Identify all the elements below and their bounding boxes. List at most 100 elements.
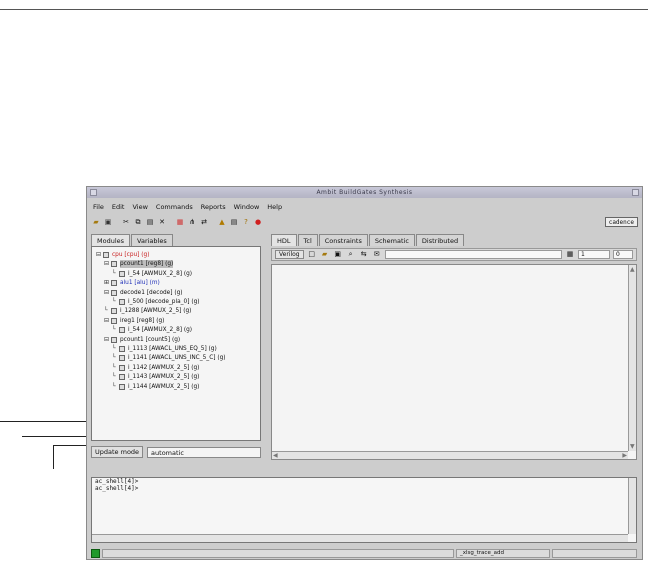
tree-node[interactable]: └ i_54 [AWMUX_2_8] (g) (112, 270, 192, 278)
hdl-editor[interactable]: ▲ ▼ ◀ ▶ (271, 264, 637, 460)
module-icon (119, 299, 125, 305)
tree-node[interactable]: └ i_500 [decode_pla_0] (g) (112, 298, 200, 306)
tree-branch-icon: └ (112, 373, 116, 381)
scroll-up-icon[interactable]: ▲ (630, 266, 635, 273)
tree-branch-icon: └ (112, 345, 116, 352)
shell-console[interactable]: ac_shell[4]> ac_shell[4]> (91, 477, 637, 543)
window-menu-icon[interactable] (90, 189, 97, 196)
cut-icon[interactable]: ✂ (121, 217, 131, 227)
replace-icon[interactable]: ⇆ (359, 250, 369, 260)
paste-icon[interactable]: ▤ (145, 217, 155, 227)
cadence-logo: cadence (604, 217, 638, 227)
net-icon[interactable]: ⇄ (199, 217, 209, 227)
report-icon[interactable]: ▤ (229, 217, 239, 227)
tree-node[interactable]: ⊞ alu1 [alu] (m) (104, 279, 160, 287)
tree-node[interactable]: └ i_1113 [AWACL_UNS_EQ_5] (g) (112, 345, 217, 353)
menu-window[interactable]: Window (234, 203, 260, 211)
tree-branch-icon: └ (112, 326, 116, 334)
tree-node-label: i_1141 [AWACL_UNS_INC_5_C] (g) (128, 355, 226, 362)
tree-node[interactable]: └ i_1142 [AWMUX_2_5] (g) (112, 364, 199, 372)
tree-node[interactable]: └ i_1288 [AWMUX_2_5] (g) (104, 307, 191, 315)
tree-node[interactable]: ⊟ pcount1 [reg8] (g) (104, 260, 174, 269)
tree-node[interactable]: ⊟ ireg1 [reg8] (g) (104, 317, 164, 325)
update-mode-field[interactable]: automatic (147, 446, 261, 458)
warning-icon[interactable]: ▲ (217, 217, 227, 227)
tab-schematic[interactable]: Schematic (368, 234, 415, 246)
tree-node-label: i_1143 [AWMUX_2_5] (g) (128, 374, 200, 381)
tab-variables[interactable]: Variables (131, 234, 173, 246)
line-spinner[interactable]: 1 (578, 250, 610, 259)
find-icon[interactable]: ⌕ (346, 250, 356, 260)
editor-toolbar: Verilog □ ▰ ▣ ⌕ ⇆ ✉ ▦ 1 0 (271, 248, 637, 261)
tab-tcl[interactable]: Tcl (297, 234, 318, 246)
menu-reports[interactable]: Reports (201, 203, 226, 211)
new-file-icon[interactable]: □ (307, 250, 317, 260)
tree-node-label: i_1288 [AWMUX_2_5] (g) (120, 308, 192, 315)
mail-icon[interactable]: ✉ (372, 250, 382, 260)
menu-view[interactable]: View (132, 203, 147, 211)
menu-help[interactable]: Help (267, 203, 282, 211)
scroll-left-icon[interactable]: ◀ (273, 452, 278, 459)
open-icon[interactable]: ▰ (91, 217, 101, 227)
expand-toggle-icon[interactable]: ⊟ (104, 289, 110, 297)
module-icon (119, 374, 125, 381)
save-file-icon[interactable]: ▣ (333, 250, 343, 260)
stop-icon[interactable]: ● (253, 217, 263, 227)
console-vscrollbar[interactable] (628, 478, 636, 534)
tree-node[interactable]: └ i_1143 [AWMUX_2_5] (g) (112, 373, 199, 381)
callout-line-3-vert (53, 445, 54, 469)
tab-hdl[interactable]: HDL (271, 234, 297, 246)
status-bar: _xlsg_trace_add (91, 548, 637, 558)
tree-node-label: i_54 [AWMUX_2_8] (g) (128, 270, 193, 277)
tree-node-label: i_1113 [AWACL_UNS_EQ_5] (g) (128, 346, 217, 352)
update-mode-row: Update mode automatic (91, 446, 261, 458)
scroll-down-icon[interactable]: ▼ (630, 443, 635, 450)
menu-edit[interactable]: Edit (112, 203, 125, 211)
tab-modules[interactable]: Modules (91, 234, 131, 246)
title-bar[interactable]: Ambit BuildGates Synthesis (87, 187, 642, 198)
column-spinner[interactable]: 0 (613, 250, 633, 259)
tree-branch-icon: └ (112, 298, 116, 305)
module-icon (119, 327, 125, 334)
tree-node[interactable]: └ i_1144 [AWMUX_2_5] (g) (112, 383, 199, 391)
module-icon (119, 383, 125, 390)
status-message: _xlsg_trace_add (456, 548, 550, 558)
save-icon[interactable]: ▣ (103, 217, 113, 227)
left-tabs: Modules Variables (91, 234, 261, 246)
editor-hscrollbar[interactable]: ◀ ▶ (272, 451, 628, 459)
menu-commands[interactable]: Commands (156, 203, 193, 211)
module-tree[interactable]: ⊟ cpu [cpu] (g) ⊟ pcount1 [reg8] (g) └ i_54 [… (91, 246, 261, 441)
console-hscrollbar[interactable] (92, 534, 628, 542)
expand-toggle-icon[interactable]: ⊟ (104, 260, 110, 268)
delete-icon[interactable]: ✕ (157, 217, 167, 227)
tree-node-label: ireg1 [reg8] (g) (120, 317, 165, 324)
menu-file[interactable]: File (93, 203, 104, 211)
language-select[interactable]: Verilog (275, 250, 304, 259)
tree-node[interactable]: └ i_1141 [AWACL_UNS_INC_5_C] (g) (112, 354, 226, 362)
editor-vscrollbar[interactable]: ▲ ▼ (628, 265, 636, 451)
tree-node[interactable]: ⊟ decode1 [decode] (g) (104, 289, 183, 297)
console-line: ac_shell[4]> (95, 478, 139, 485)
tree-branch-icon: └ (112, 354, 116, 362)
schematic-icon[interactable]: ▦ (175, 217, 185, 227)
help-icon[interactable]: ? (241, 217, 251, 227)
tab-constraints[interactable]: Constraints (318, 234, 368, 246)
main-toolbar: ▰ ▣ ✂ ⧉ ▤ ✕ ▦ ⋔ ⇄ ▲ ▤ ? ● (89, 215, 640, 229)
tree-node-label: pcount1 [count5] (g) (120, 336, 181, 343)
line-icon: ▦ (566, 250, 574, 258)
scroll-right-icon[interactable]: ▶ (622, 452, 627, 459)
expand-toggle-icon[interactable]: ⊞ (104, 279, 110, 287)
expand-toggle-icon[interactable]: ⊟ (96, 251, 102, 259)
copy-icon[interactable]: ⧉ (133, 217, 143, 227)
tree-node[interactable]: ⊟ cpu [cpu] (g) (96, 251, 150, 259)
hierarchy-icon[interactable]: ⋔ (187, 217, 197, 227)
expand-toggle-icon[interactable]: ⊟ (104, 317, 110, 325)
module-icon (119, 355, 125, 362)
file-path-input[interactable] (384, 250, 562, 259)
expand-toggle-icon[interactable]: ⊟ (104, 336, 110, 344)
open-file-icon[interactable]: ▰ (320, 250, 330, 260)
tree-node[interactable]: └ i_54 [AWMUX_2_8] (g) (112, 326, 192, 334)
tree-node[interactable]: ⊟ pcount1 [count5] (g) (104, 336, 180, 344)
tab-distributed[interactable]: Distributed (415, 234, 465, 246)
window-close-icon[interactable] (632, 189, 639, 196)
